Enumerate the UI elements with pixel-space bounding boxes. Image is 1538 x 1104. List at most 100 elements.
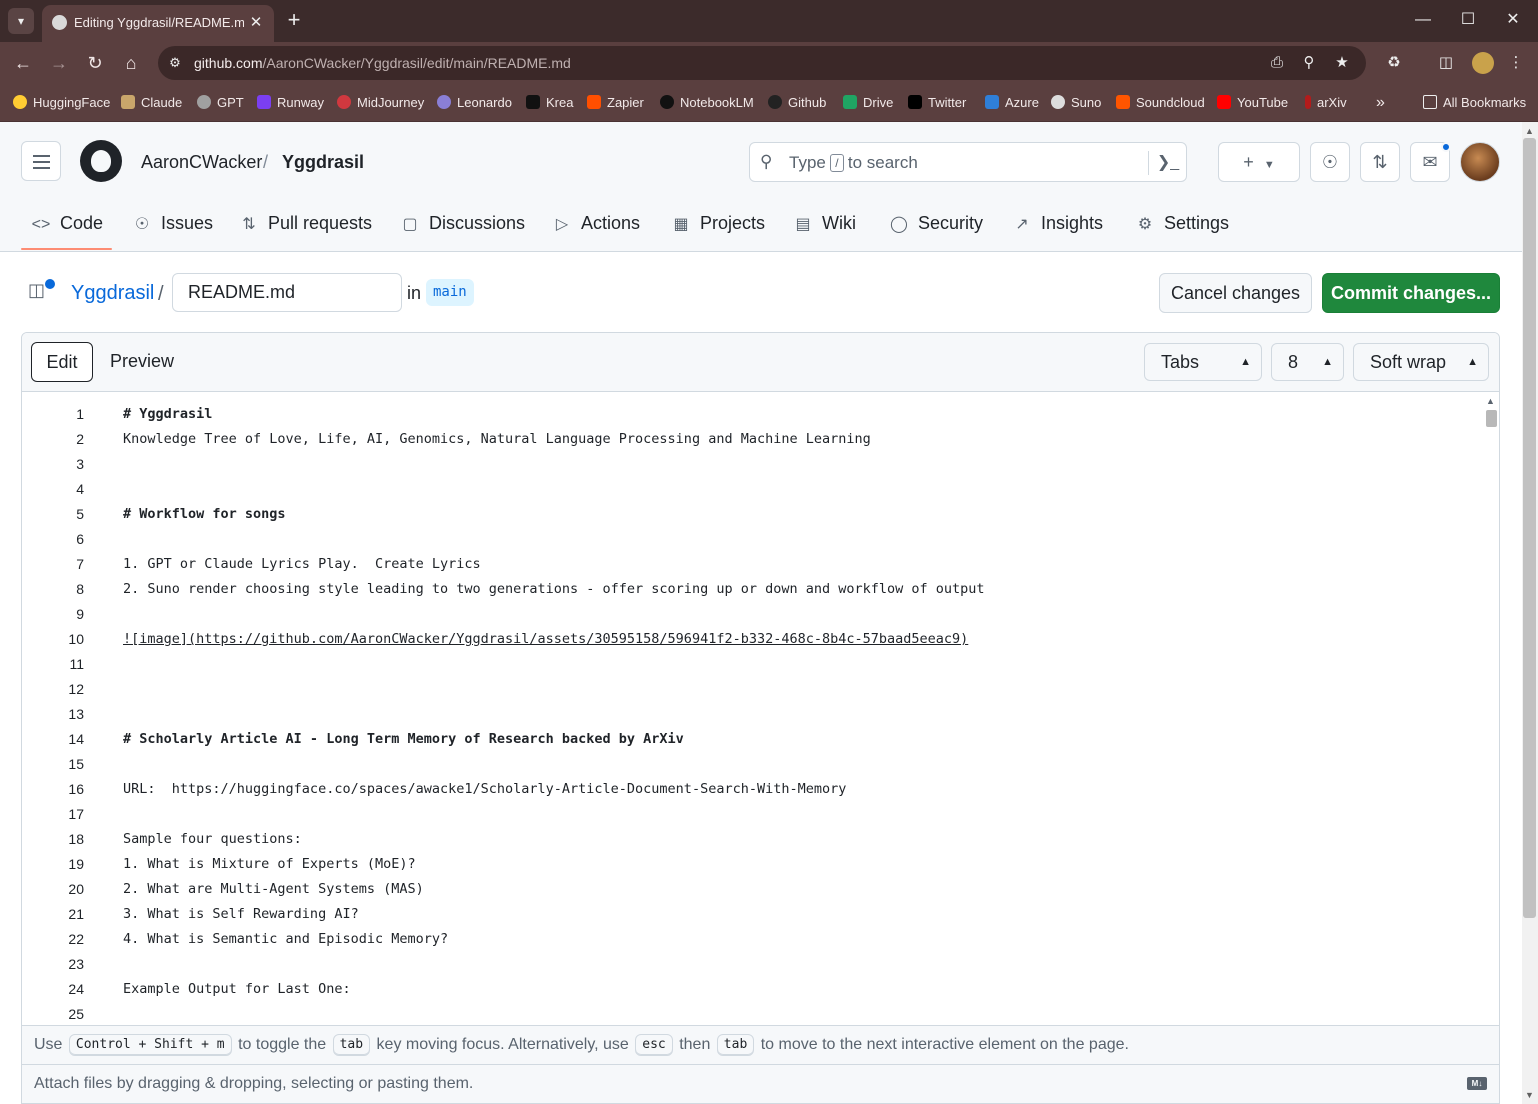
code-line[interactable]: 3: [22, 452, 1482, 477]
wrap-mode-select[interactable]: Soft wrap ▲: [1353, 343, 1489, 381]
site-info-icon[interactable]: ⚙: [164, 52, 186, 74]
code-line[interactable]: 12: [22, 677, 1482, 702]
pull-requests-button[interactable]: ⇅: [1360, 142, 1400, 182]
bookmark-krea[interactable]: Krea: [526, 93, 573, 113]
code-line[interactable]: 23: [22, 952, 1482, 977]
extensions-puzzle-icon[interactable]: ♻: [1382, 52, 1406, 74]
bookmark-twitter[interactable]: Twitter: [908, 93, 966, 113]
code-line[interactable]: 24 Example Output for Last One:: [22, 977, 1482, 1002]
forward-arrow-icon[interactable]: →: [46, 50, 72, 76]
tab-wiki[interactable]: ▤ Wiki: [792, 200, 856, 252]
tab-actions[interactable]: ▷ Actions: [551, 200, 640, 252]
maximize-window-icon[interactable]: ☐: [1448, 6, 1488, 34]
tab-discussions[interactable]: ▢ Discussions: [399, 200, 525, 252]
bookmark-star-icon[interactable]: ★: [1331, 53, 1353, 73]
tab-preview[interactable]: Preview: [102, 342, 182, 382]
breadcrumb-repo[interactable]: Yggdrasil: [282, 152, 364, 173]
code-line[interactable]: 7 1. GPT or Claude Lyrics Play. Create Ly…: [22, 552, 1482, 577]
browser-menu-icon[interactable]: ⋮: [1504, 52, 1528, 74]
install-app-icon[interactable]: ⎙: [1266, 53, 1288, 73]
zoom-icon[interactable]: ⚲: [1298, 53, 1320, 73]
bookmark-soundcloud[interactable]: Soundcloud: [1116, 93, 1205, 113]
user-avatar[interactable]: [1460, 142, 1500, 182]
command-palette-icon[interactable]: ❯_: [1156, 151, 1180, 175]
tab-pull-requests[interactable]: ⇅ Pull requests: [238, 200, 372, 252]
bookmark-suno[interactable]: Suno: [1051, 93, 1101, 113]
scroll-up-arrow-icon[interactable]: ▲: [1486, 396, 1495, 406]
code-line[interactable]: 9: [22, 602, 1482, 627]
tab-settings[interactable]: ⚙ Settings: [1134, 200, 1229, 252]
tab-security[interactable]: ◯ Security: [888, 200, 983, 252]
bookmark-arxiv[interactable]: arXiv: [1305, 93, 1347, 113]
bookmark-midjourney[interactable]: MidJourney: [337, 93, 424, 113]
code-line[interactable]: 15: [22, 752, 1482, 777]
new-tab-plus-icon[interactable]: +: [282, 8, 306, 34]
tab-insights[interactable]: ↗ Insights: [1011, 200, 1103, 252]
tab-close-icon[interactable]: ✕: [246, 13, 266, 33]
bookmark-claude[interactable]: Claude: [121, 93, 182, 113]
create-new-button[interactable]: + ▼: [1218, 142, 1300, 182]
bookmark-gpt[interactable]: GPT: [197, 93, 244, 113]
browser-tab-active[interactable]: Editing Yggdrasil/README.md a ✕: [42, 5, 274, 42]
page-scroll-thumb[interactable]: [1523, 138, 1536, 918]
bookmark-huggingface[interactable]: HuggingFace: [13, 93, 110, 113]
close-window-icon[interactable]: ✕: [1493, 6, 1533, 34]
indent-size-select[interactable]: 8 ▲: [1271, 343, 1344, 381]
code-line[interactable]: 2 Knowledge Tree of Love, Life, AI, Genom…: [22, 427, 1482, 452]
attach-files-bar[interactable]: Attach files by dragging & dropping, sel…: [22, 1065, 1499, 1103]
code-line[interactable]: 5 # Workflow for songs: [22, 502, 1482, 527]
bookmark-azure[interactable]: Azure: [985, 93, 1039, 113]
code-line[interactable]: 10 ![image](https://github.com/AaronCWack…: [22, 627, 1482, 652]
code-line[interactable]: 17: [22, 802, 1482, 827]
all-bookmarks-folder[interactable]: All Bookmarks: [1423, 93, 1526, 113]
more-bookmarks-chevron-icon[interactable]: »: [1376, 93, 1385, 113]
bookmark-runway[interactable]: Runway: [257, 93, 324, 113]
bookmark-notebooklm[interactable]: NotebookLM: [660, 93, 754, 113]
code-line[interactable]: 18 Sample four questions:: [22, 827, 1482, 852]
bookmark-github[interactable]: Github: [768, 93, 826, 113]
code-line[interactable]: 16 URL: https://huggingface.co/spaces/awa…: [22, 777, 1482, 802]
home-icon[interactable]: ⌂: [118, 50, 144, 76]
tab-edit[interactable]: Edit: [31, 342, 93, 382]
code-line[interactable]: 19 1. What is Mixture of Experts (MoE)?: [22, 852, 1482, 877]
breadcrumb-owner[interactable]: AaronCWacker: [141, 152, 262, 173]
cancel-changes-button[interactable]: Cancel changes: [1159, 273, 1312, 313]
bookmark-leonardo[interactable]: Leonardo: [437, 93, 512, 113]
side-panel-icon[interactable]: ◫: [1434, 52, 1458, 74]
tab-projects[interactable]: ▦ Projects: [670, 200, 765, 252]
tab-search-chevron-icon[interactable]: ▾: [8, 8, 34, 34]
commit-changes-button[interactable]: Commit changes...: [1322, 273, 1500, 313]
hamburger-menu-icon[interactable]: [21, 141, 61, 181]
reload-icon[interactable]: ↻: [82, 50, 108, 76]
code-line[interactable]: 20 2. What are Multi-Agent Systems (MAS): [22, 877, 1482, 902]
code-line[interactable]: 1 # Yggdrasil: [22, 402, 1482, 427]
minimize-window-icon[interactable]: —: [1403, 6, 1443, 34]
editor-scroll-thumb[interactable]: [1486, 410, 1497, 427]
editor-scrollbar[interactable]: ▲: [1483, 393, 1499, 1025]
code-line[interactable]: 4: [22, 477, 1482, 502]
search-input[interactable]: ⚲ Type / to search ❯_: [749, 142, 1187, 182]
repo-link[interactable]: Yggdrasil: [71, 282, 154, 305]
code-line[interactable]: 6: [22, 527, 1482, 552]
code-line[interactable]: 8 2. Suno render choosing style leading t…: [22, 577, 1482, 602]
bookmark-drive[interactable]: Drive: [843, 93, 893, 113]
filename-input[interactable]: [172, 273, 402, 312]
browser-profile-avatar[interactable]: [1472, 52, 1494, 74]
code-line[interactable]: 11: [22, 652, 1482, 677]
tab-issues[interactable]: ☉ Issues: [131, 200, 213, 252]
indent-mode-select[interactable]: Tabs ▲: [1144, 343, 1262, 381]
page-scroll-up-icon[interactable]: ▲: [1525, 126, 1534, 136]
code-editor[interactable]: 1 # Yggdrasil 2 Knowledge Tree of Love, Lif…: [22, 393, 1482, 1025]
bookmark-youtube[interactable]: YouTube: [1217, 93, 1288, 113]
page-scroll-down-icon[interactable]: ▼: [1525, 1090, 1534, 1100]
code-line[interactable]: 13: [22, 702, 1482, 727]
code-line[interactable]: 25: [22, 1002, 1482, 1025]
address-bar[interactable]: ⚙ github.com/AaronCWacker/Yggdrasil/edit…: [158, 46, 1366, 80]
code-line[interactable]: 21 3. What is Self Rewarding AI?: [22, 902, 1482, 927]
back-arrow-icon[interactable]: ←: [10, 50, 36, 76]
issues-button[interactable]: ☉: [1310, 142, 1350, 182]
code-line[interactable]: 22 4. What is Semantic and Episodic Memor…: [22, 927, 1482, 952]
bookmark-zapier[interactable]: Zapier: [587, 93, 644, 113]
tab-code[interactable]: <> Code: [30, 200, 103, 252]
code-line[interactable]: 14 # Scholarly Article AI - Long Term Mem…: [22, 727, 1482, 752]
